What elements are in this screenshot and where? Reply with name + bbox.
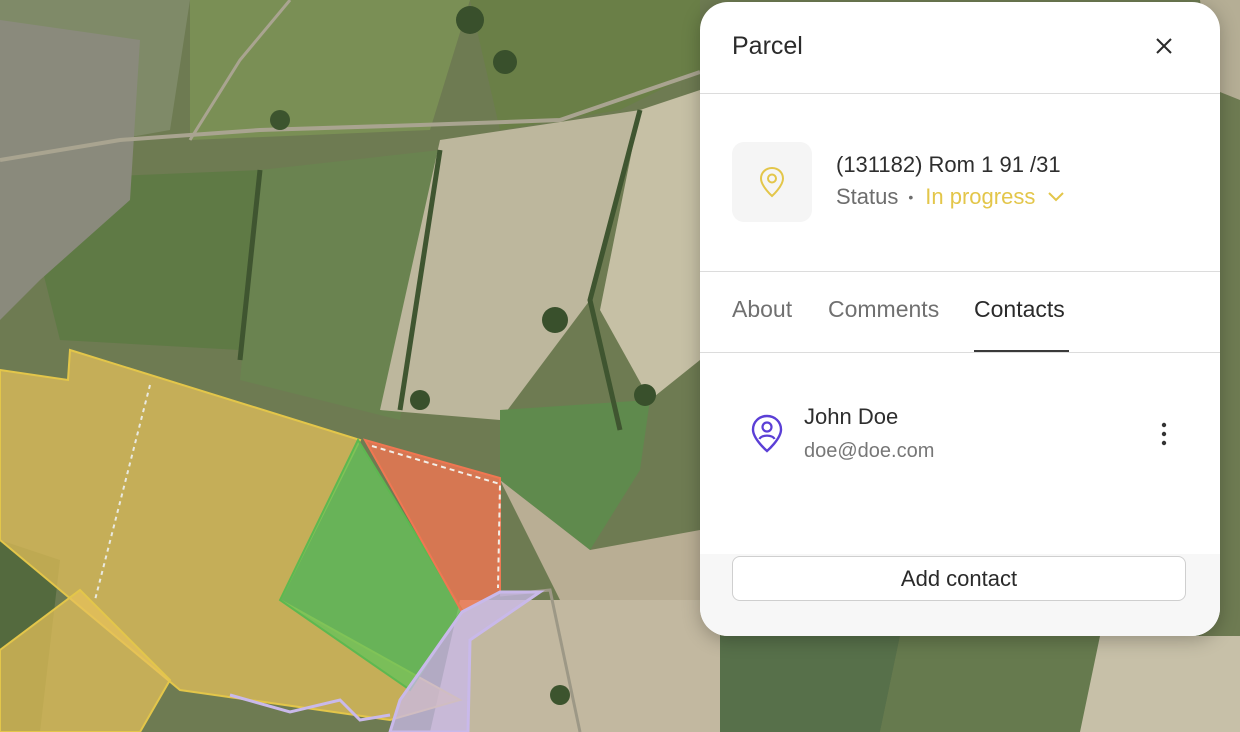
field-patch [720, 636, 900, 732]
more-vertical-icon [1161, 422, 1167, 446]
status-dropdown[interactable]: In progress [925, 184, 1065, 210]
chevron-down-icon [1048, 192, 1065, 202]
contact-more-button[interactable] [1152, 418, 1176, 450]
contact-item: John Doe doe@doe.com [700, 354, 1220, 504]
parcel-panel: Parcel (131182) Rom 1 91 /31 Status • In… [700, 2, 1220, 636]
status-row: Status • In progress [836, 184, 1065, 210]
active-tab-indicator [974, 350, 1069, 352]
close-icon [1156, 38, 1172, 54]
contact-pin-icon [751, 414, 783, 453]
tab-contacts[interactable]: Contacts [974, 296, 1065, 323]
panel-title: Parcel [732, 32, 803, 60]
status-separator: • [908, 189, 914, 205]
contact-name: John Doe [804, 404, 899, 429]
status-value: In progress [925, 184, 1036, 209]
tab-about[interactable]: About [732, 296, 792, 323]
tree-cluster [493, 50, 517, 74]
status-label: Status [836, 184, 899, 209]
tab-comments[interactable]: Comments [828, 296, 939, 323]
parcel-icon-box [732, 142, 812, 222]
panel-footer: Add contact [700, 554, 1220, 636]
location-pin-icon [759, 166, 785, 198]
parcel-name: (131182) Rom 1 91 /31 [836, 152, 1061, 177]
panel-header: Parcel [700, 2, 1220, 94]
field-patch [1080, 636, 1240, 732]
tree-cluster [410, 390, 430, 410]
tree-cluster [634, 384, 656, 406]
add-contact-button[interactable]: Add contact [732, 556, 1186, 601]
tree-cluster [456, 6, 484, 34]
parcel-summary: (131182) Rom 1 91 /31 Status • In progre… [700, 94, 1220, 272]
contact-email: doe@doe.com [804, 440, 935, 462]
tree-cluster [270, 110, 290, 130]
field-patch [880, 636, 1100, 732]
tree-cluster [550, 685, 570, 705]
tree-cluster [542, 307, 568, 333]
close-button[interactable] [1148, 30, 1180, 62]
tab-bar: About Comments Contacts [700, 272, 1220, 353]
